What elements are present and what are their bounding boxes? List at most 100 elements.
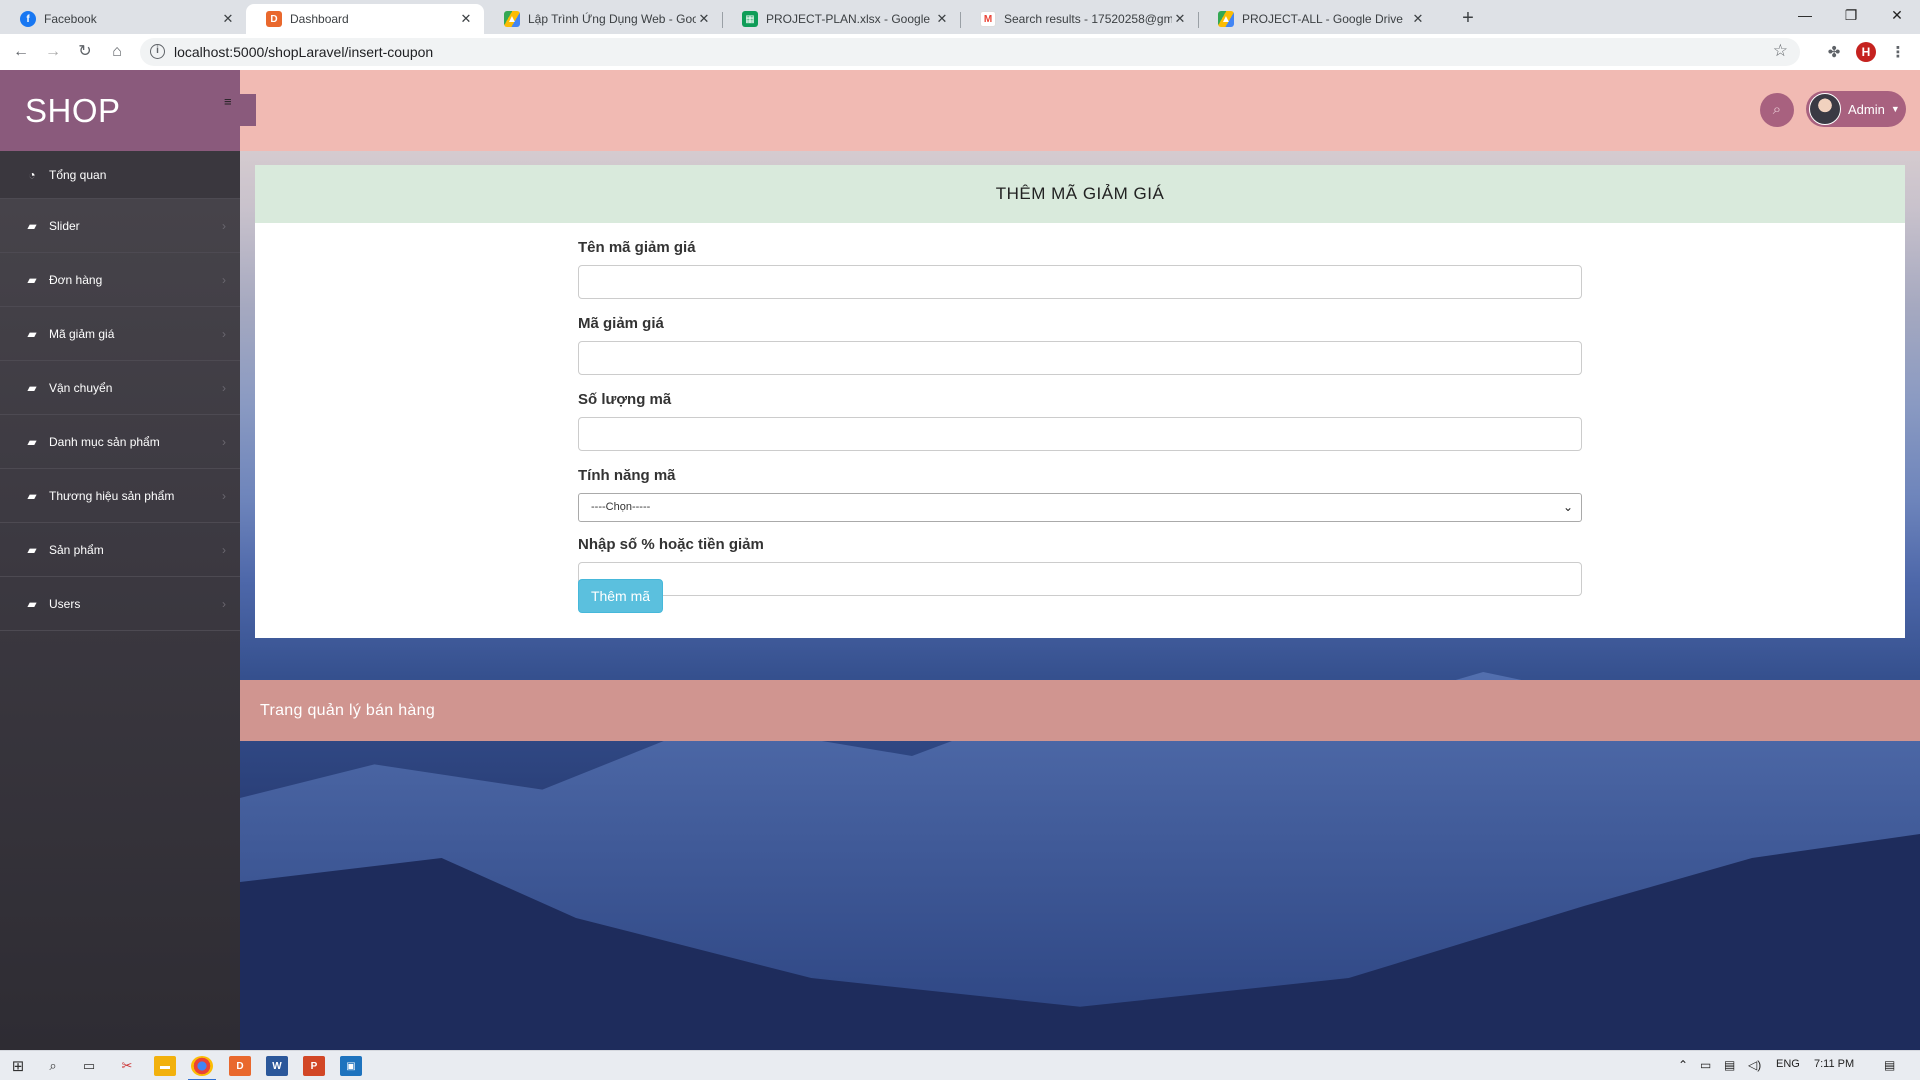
book-icon: ▰ xyxy=(27,380,37,395)
google-drive-icon: ▲ xyxy=(504,11,520,27)
coupon-amount-label: Nhập số % hoặc tiền giảm xyxy=(578,536,764,553)
sidebar-item-label: Mã giảm giá xyxy=(49,326,115,341)
coupon-code-input[interactable] xyxy=(578,341,1582,375)
sidebar-item-danh-muc-san-pham[interactable]: ▰ Danh mục sản phẩm › xyxy=(0,415,240,469)
address-bar[interactable]: i localhost:5000/shopLaravel/insert-coup… xyxy=(140,38,1800,66)
close-tab-icon[interactable]: ✕ xyxy=(1172,11,1188,27)
search-icon: ⌕ xyxy=(1772,101,1782,118)
word-icon[interactable]: W xyxy=(266,1056,288,1076)
tab-gmail-search[interactable]: M Search results - 17520258@gm.u ✕ xyxy=(960,4,1198,34)
sidebar-item-label: Slider xyxy=(49,218,80,233)
tab-project-all[interactable]: ▲ PROJECT-ALL - Google Drive ✕ xyxy=(1198,4,1436,34)
sidebar-item-ma-giam-gia[interactable]: ▰ Mã giảm giá › xyxy=(0,307,240,361)
coupon-name-label: Tên mã giảm giá xyxy=(578,239,696,256)
tab-dashboard[interactable]: D Dashboard ✕ xyxy=(246,4,484,34)
panel-title: THÊM MÃ GIẢM GIÁ xyxy=(255,165,1905,223)
sidebar-item-label: Tổng quan xyxy=(49,167,107,182)
windows-start-icon[interactable]: ⊞ xyxy=(7,1056,29,1076)
sidebar-toggle-button[interactable]: ≡ xyxy=(224,94,256,126)
search-button[interactable]: ⌕ xyxy=(1760,93,1794,127)
sidebar-item-label: Sản phẩm xyxy=(49,542,104,557)
caret-down-icon: ▼ xyxy=(1890,104,1900,114)
book-icon: ▰ xyxy=(27,434,37,449)
close-tab-icon[interactable]: ✕ xyxy=(1410,11,1426,27)
google-drive-icon: ▲ xyxy=(1218,11,1234,27)
book-icon: ▰ xyxy=(27,488,37,503)
coupon-amount-input[interactable] xyxy=(578,562,1582,596)
add-coupon-button[interactable]: Thêm mã xyxy=(578,579,663,613)
sidebar-item-label: Users xyxy=(49,596,81,611)
chevron-right-icon: › xyxy=(222,543,226,557)
user-menu-dropdown[interactable]: Admin ▼ xyxy=(1806,91,1906,127)
coupon-feature-selected: ----Chọn----- xyxy=(591,501,651,513)
sidebar-item-slider[interactable]: ▰ Slider › xyxy=(0,199,240,253)
bookmark-star-icon[interactable]: ☆ xyxy=(1773,41,1788,61)
laravel-app-icon[interactable]: D xyxy=(229,1056,251,1076)
tab-project-plan[interactable]: ▦ PROJECT-PLAN.xlsx - Google She ✕ xyxy=(722,4,960,34)
browser-toolbar: ← → ↻ ⌂ i localhost:5000/shopLaravel/ins… xyxy=(0,34,1920,70)
forward-icon[interactable]: → xyxy=(41,40,65,64)
browser-menu-icon[interactable]: ⋮ xyxy=(1888,43,1908,63)
tab-title: PROJECT-ALL - Google Drive xyxy=(1242,12,1403,26)
profile-avatar[interactable]: H xyxy=(1856,42,1876,62)
reload-icon[interactable]: ↻ xyxy=(73,40,97,64)
photos-icon[interactable]: ▣ xyxy=(340,1056,362,1076)
facebook-icon: f xyxy=(20,11,36,27)
home-icon[interactable]: ⌂ xyxy=(105,40,129,64)
battery-icon[interactable]: ▭ xyxy=(1700,1058,1711,1072)
chevron-right-icon: › xyxy=(222,489,226,503)
user-name: Admin xyxy=(1848,101,1885,117)
add-coupon-panel: THÊM MÃ GIẢM GIÁ Tên mã giảm giá Mã giảm… xyxy=(255,165,1905,638)
web-page: SHOP ◔ Tổng quan ▰ Slider › ▰ Đơn hàng ›… xyxy=(0,70,1920,1050)
brand-bar: SHOP xyxy=(0,70,240,151)
chevron-down-icon: ⌄ xyxy=(1562,500,1573,514)
windows-taskbar: ⊞ ⌕ ▭ ✂ ▬ D W P ▣ ⌃ ▭ ▤ ◁) ENG 7:11 PM ▤ xyxy=(0,1050,1920,1080)
site-info-icon[interactable]: i xyxy=(150,44,165,59)
tab-title: Search results - 17520258@gm.u xyxy=(1004,12,1172,26)
powerpoint-icon[interactable]: P xyxy=(303,1056,325,1076)
dashboard-icon: ◔ xyxy=(28,167,36,182)
sidebar-item-tong-quan[interactable]: ◔ Tổng quan xyxy=(0,151,240,199)
network-icon[interactable]: ▤ xyxy=(1724,1058,1735,1072)
close-tab-icon[interactable]: ✕ xyxy=(458,11,474,27)
tab-title: Dashboard xyxy=(290,12,349,26)
restore-window-icon[interactable]: ❐ xyxy=(1828,0,1874,30)
sidebar-item-thuong-hieu-san-pham[interactable]: ▰ Thương hiệu sản phẩm › xyxy=(0,469,240,523)
back-icon[interactable]: ← xyxy=(9,40,33,64)
close-tab-icon[interactable]: ✕ xyxy=(696,11,712,27)
extensions-puzzle-icon[interactable]: ✤ xyxy=(1824,43,1844,63)
shop-logo[interactable]: SHOP xyxy=(25,92,121,130)
page-footer: Trang quản lý bán hàng xyxy=(240,680,1920,741)
search-icon[interactable]: ⌕ xyxy=(42,1056,64,1076)
new-tab-button[interactable]: + xyxy=(1455,6,1481,32)
tab-facebook[interactable]: f Facebook ✕ xyxy=(0,4,246,34)
add-coupon-form: Tên mã giảm giá Mã giảm giá Số lượng mã … xyxy=(578,223,1582,613)
close-tab-icon[interactable]: ✕ xyxy=(220,11,236,27)
sidebar-item-label: Thương hiệu sản phẩm xyxy=(49,488,175,503)
coupon-quantity-input[interactable] xyxy=(578,417,1582,451)
book-icon: ▰ xyxy=(27,542,37,557)
snipping-tool-icon[interactable]: ✂ xyxy=(116,1056,138,1076)
sidebar: SHOP ◔ Tổng quan ▰ Slider › ▰ Đơn hàng ›… xyxy=(0,70,240,1050)
volume-icon[interactable]: ◁) xyxy=(1748,1058,1761,1072)
clock[interactable]: 7:11 PM xyxy=(1814,1058,1854,1070)
coupon-name-input[interactable] xyxy=(578,265,1582,299)
close-tab-icon[interactable]: ✕ xyxy=(934,11,950,27)
gmail-icon: M xyxy=(980,11,996,27)
language-indicator[interactable]: ENG xyxy=(1776,1058,1800,1070)
close-window-icon[interactable]: ✕ xyxy=(1874,0,1920,30)
tab-lap-trinh-web[interactable]: ▲ Lập Trình Ứng Dụng Web - Goog ✕ xyxy=(484,4,722,34)
show-hidden-icons-icon[interactable]: ⌃ xyxy=(1678,1058,1688,1072)
coupon-feature-select[interactable]: ----Chọn----- ⌄ xyxy=(578,493,1582,522)
chevron-right-icon: › xyxy=(222,435,226,449)
url-text[interactable]: localhost:5000/shopLaravel/insert-coupon xyxy=(174,44,433,60)
file-explorer-icon[interactable]: ▬ xyxy=(154,1056,176,1076)
chrome-icon[interactable] xyxy=(188,1056,216,1080)
sidebar-item-van-chuyen[interactable]: ▰ Vận chuyển › xyxy=(0,361,240,415)
sidebar-item-don-hang[interactable]: ▰ Đơn hàng › xyxy=(0,253,240,307)
notifications-icon[interactable]: ▤ xyxy=(1884,1058,1895,1072)
sidebar-item-san-pham[interactable]: ▰ Sản phẩm › xyxy=(0,523,240,577)
sidebar-item-users[interactable]: ▰ Users › xyxy=(0,577,240,631)
minimize-window-icon[interactable]: — xyxy=(1782,0,1828,30)
task-view-icon[interactable]: ▭ xyxy=(78,1056,100,1076)
